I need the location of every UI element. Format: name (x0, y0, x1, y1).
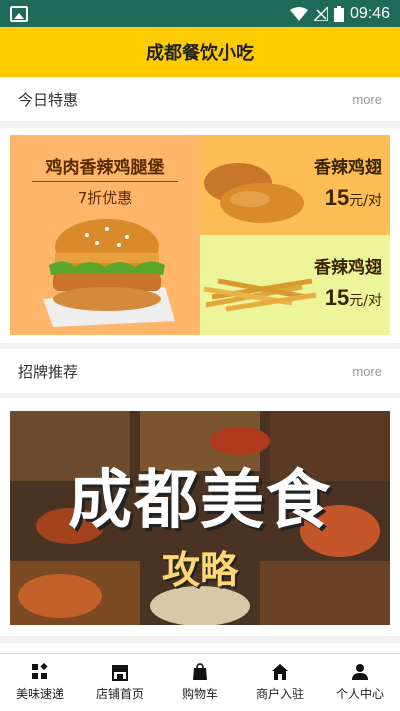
nav-label: 个人中心 (335, 687, 384, 701)
section-today-label: 今日特惠 (18, 90, 79, 109)
banner-title: 成都美食 (68, 464, 332, 538)
section-today: 今日特惠 more (0, 77, 400, 121)
banner-image[interactable]: 成都美食 攻略 (10, 411, 390, 625)
home-icon (272, 664, 288, 680)
nav-label: 店铺首页 (95, 687, 144, 701)
nav-item-merchant[interactable]: 商户入驻 (240, 654, 320, 711)
app-bar: 成都餐饮小吃 (0, 27, 400, 77)
nav-item-profile[interactable]: 个人中心 (320, 654, 400, 711)
promo-main-discount: 7折优惠 (77, 189, 133, 207)
signal-icon (313, 6, 328, 21)
promo-item-fries[interactable]: 香辣鸡翅 15元/对 (200, 235, 390, 335)
promo-main-burger[interactable]: 鸡肉香辣鸡腿堡 7折优惠 (10, 135, 200, 335)
image-notification-icon (10, 5, 28, 22)
section-today-more-link[interactable]: more (352, 92, 382, 107)
person-icon (352, 664, 368, 680)
promo-item-price: 15元/对 (324, 285, 382, 310)
signature-banner: 成都美食 攻略 (0, 398, 400, 636)
promo-item-name: 香辣鸡翅 (314, 258, 382, 278)
grid-icon (32, 663, 48, 679)
nav-label: 美味速递 (15, 687, 64, 701)
nav-item-store-home[interactable]: 店铺首页 (80, 654, 160, 711)
section-signature-more-link[interactable]: more (352, 364, 382, 379)
wifi-icon (289, 6, 308, 21)
status-bar: 09:46 (0, 0, 400, 27)
promo-main-title: 鸡肉香辣鸡腿堡 (45, 158, 165, 178)
battery-icon (333, 5, 344, 22)
nav-item-cart[interactable]: 购物车 (160, 654, 240, 711)
section-signature: 招牌推荐 more (0, 349, 400, 393)
banner-subtitle: 攻略 (161, 548, 238, 592)
promo-divider (32, 181, 178, 182)
page-title: 成都餐饮小吃 (146, 43, 254, 64)
nav-label: 商户入驻 (255, 687, 304, 701)
promo-item-wings[interactable]: 香辣鸡翅 15元/对 (200, 135, 390, 235)
burger-image (43, 219, 175, 327)
promo-card: 鸡肉香辣鸡腿堡 7折优惠 香辣鸡翅 15元/对 香辣鸡翅 15元/对 (0, 128, 400, 343)
store-icon (112, 665, 128, 681)
chicken-wings-image (204, 163, 304, 223)
section-signature-label: 招牌推荐 (18, 362, 79, 381)
bag-icon (193, 663, 207, 680)
nav-item-food-delivery[interactable]: 美味速递 (0, 654, 80, 711)
fries-image (203, 278, 317, 312)
nav-label: 购物车 (181, 687, 218, 701)
promo-item-price: 15元/对 (324, 185, 382, 210)
status-indicators: 09:46 (289, 4, 390, 23)
status-time: 09:46 (349, 4, 390, 22)
bottom-nav: 美味速递 店铺首页 购物车 商户入驻 个人中心 (0, 653, 400, 711)
next-section-strip (0, 643, 400, 653)
promo-item-name: 香辣鸡翅 (314, 158, 382, 178)
